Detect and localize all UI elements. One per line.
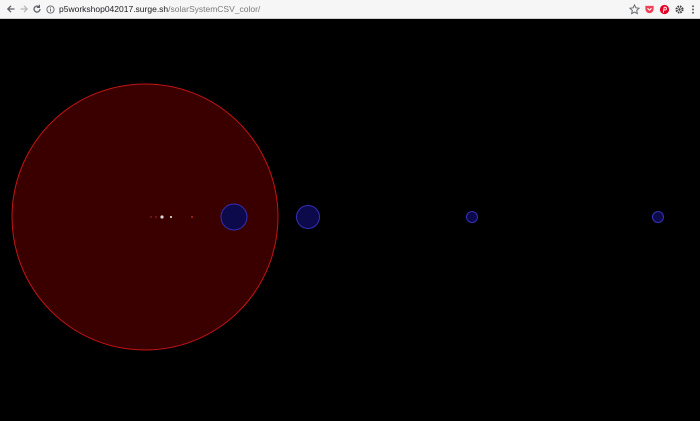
url-path: /solarSystemCSV_color/	[168, 4, 261, 14]
sketch-canvas[interactable]	[0, 19, 700, 421]
bookmark-button[interactable]	[628, 3, 640, 15]
planet-earth	[160, 215, 164, 219]
planet-saturn	[296, 205, 320, 229]
info-icon[interactable]	[46, 4, 55, 14]
planet-venus	[154, 215, 158, 219]
browser-toolbar: p5workshop042017.surge.sh/solarSystemCSV…	[0, 0, 700, 19]
planet-asteroid	[191, 216, 193, 218]
extension-button[interactable]	[673, 3, 685, 15]
planet-jupiter	[220, 203, 248, 231]
back-button[interactable]	[4, 2, 18, 16]
forward-button[interactable]	[17, 2, 31, 16]
planet-mars	[169, 215, 173, 219]
pocket-button[interactable]	[643, 3, 655, 15]
planet-neptune	[652, 211, 664, 223]
planet-uranus	[466, 211, 478, 223]
gear-icon	[674, 4, 684, 14]
arrow-left-icon	[6, 5, 15, 13]
reload-icon	[33, 4, 41, 13]
url-host: p5workshop042017.surge.sh	[59, 4, 169, 14]
arrow-right-icon	[20, 5, 29, 13]
address-bar[interactable]: p5workshop042017.surge.sh/solarSystemCSV…	[46, 2, 642, 16]
planet-mercury	[150, 216, 152, 218]
kebab-menu-icon	[691, 4, 695, 14]
reload-button[interactable]	[30, 2, 44, 16]
pinterest-icon	[659, 4, 669, 14]
pocket-icon	[644, 5, 654, 13]
star-icon	[628, 3, 640, 15]
menu-button[interactable]	[687, 3, 699, 15]
solar-system-svg	[0, 19, 700, 421]
pinterest-button[interactable]	[658, 3, 670, 15]
